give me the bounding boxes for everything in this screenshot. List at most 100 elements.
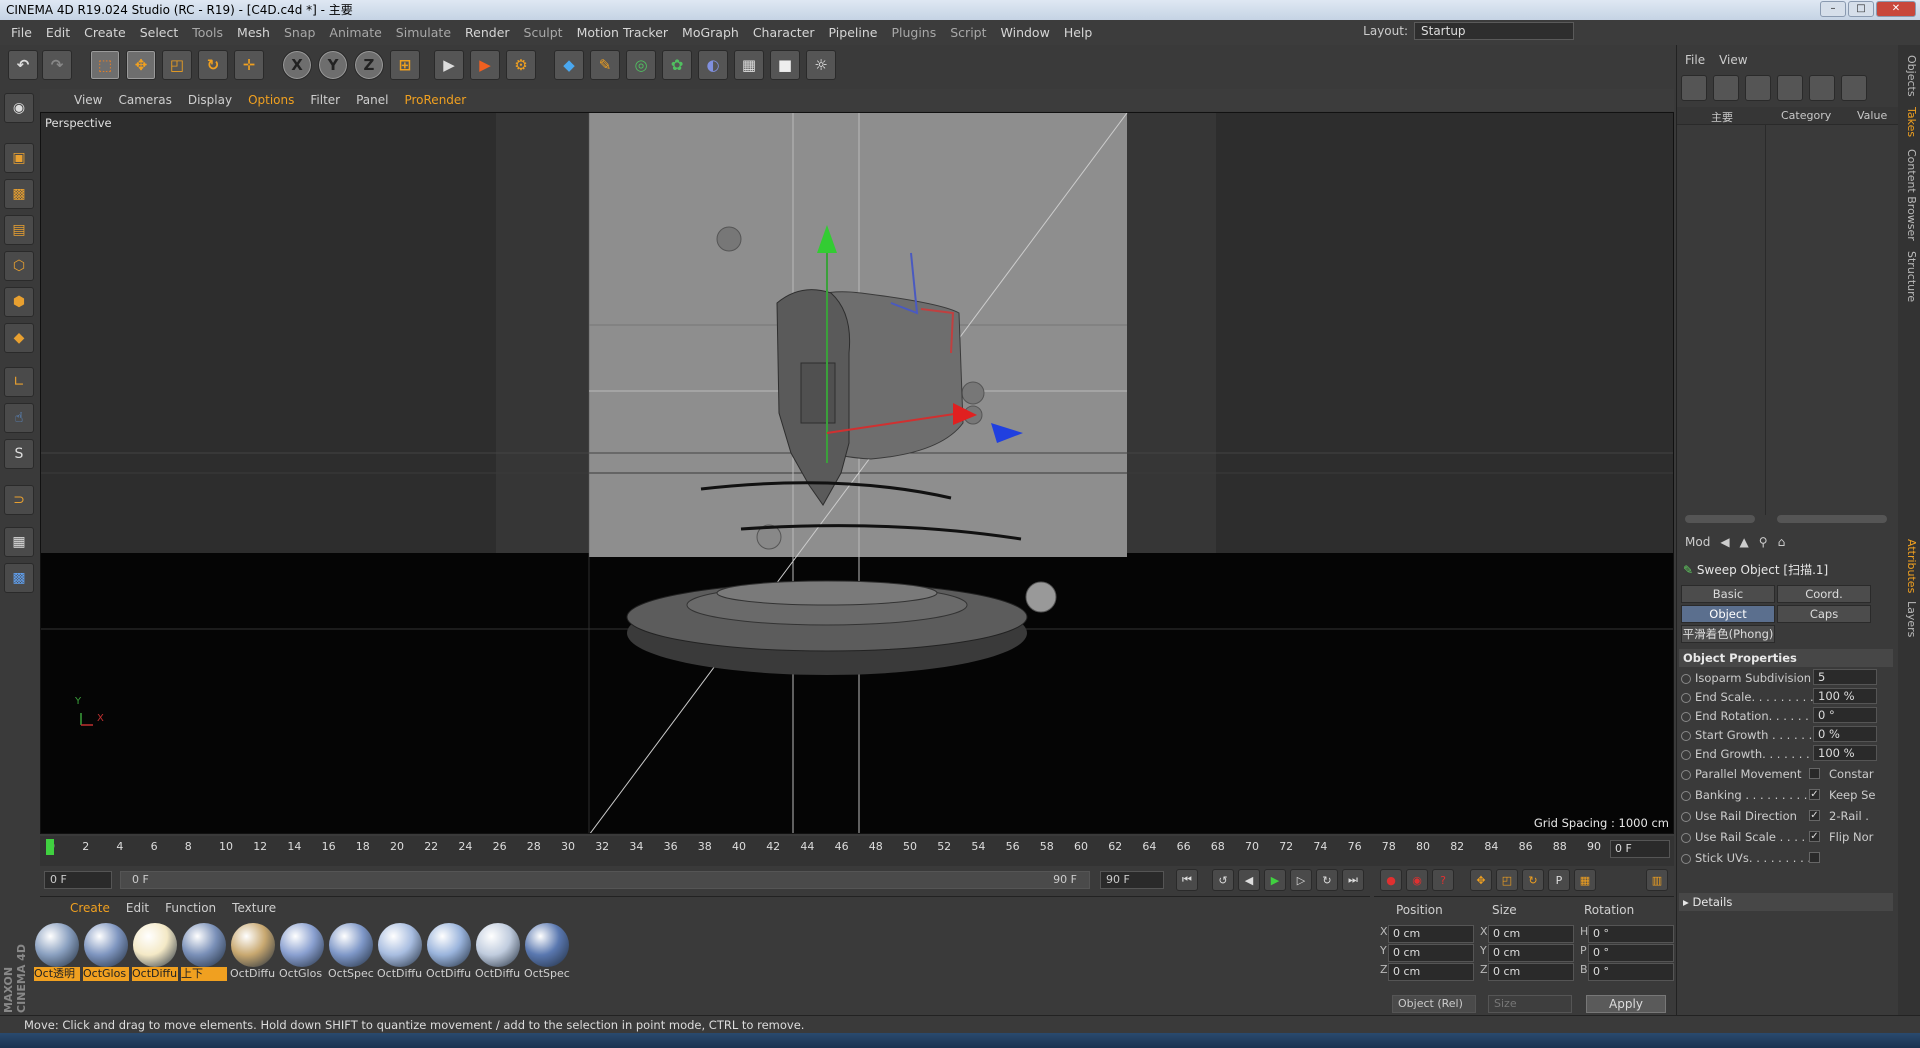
side-tab-objects[interactable]: Objects [1900, 55, 1918, 97]
property-checkbox[interactable]: ✓ [1809, 831, 1820, 842]
material-menu-function[interactable]: Function [157, 901, 224, 915]
animate-dot-icon[interactable] [1681, 711, 1691, 722]
play-icon[interactable]: ▶ [1264, 869, 1286, 891]
animate-dot-icon[interactable] [1681, 811, 1691, 822]
attribute-search-icon[interactable]: ⚲ [1759, 535, 1768, 549]
menu-sculpt[interactable]: Sculpt [517, 25, 570, 40]
menu-plugins[interactable]: Plugins [884, 25, 943, 40]
perspective-viewport[interactable]: Perspective Y X Grid Spacing : 1000 cm [40, 112, 1674, 834]
layout-dropdown[interactable]: Startup [1414, 22, 1574, 40]
menu-create[interactable]: Create [77, 25, 133, 40]
menu-window[interactable]: Window [994, 25, 1057, 40]
menu-snap[interactable]: Snap [277, 25, 322, 40]
next-key-icon[interactable]: ↻ [1316, 869, 1338, 891]
object-list-scrollbar-left[interactable] [1685, 515, 1755, 523]
axis-x-button[interactable]: X [282, 50, 312, 80]
property-value-field[interactable]: 0 ° [1813, 707, 1877, 723]
property-value-field[interactable]: 100 % [1813, 745, 1877, 761]
attribute-back-icon[interactable]: ◀ [1720, 535, 1729, 549]
take-main-label[interactable]: 主要 [1711, 109, 1733, 125]
category-column[interactable]: Category [1781, 109, 1831, 122]
viewport-menu-options[interactable]: Options [240, 93, 302, 107]
workplane-icon[interactable]: ▤ [4, 215, 34, 245]
render-picture-viewer-icon[interactable]: ▶ [470, 50, 500, 80]
axis-y-button[interactable]: Y [318, 50, 348, 80]
rotation-field[interactable]: 0 ° [1588, 963, 1674, 981]
material-menu-texture[interactable]: Texture [224, 901, 284, 915]
menu-animate[interactable]: Animate [322, 25, 388, 40]
attribute-up-icon[interactable]: ▲ [1740, 535, 1749, 549]
side-option-label[interactable]: Flip Nor [1829, 828, 1873, 846]
make-editable-icon[interactable]: ◉ [4, 93, 34, 123]
menu-mesh[interactable]: Mesh [230, 25, 277, 40]
take-render-icon[interactable] [1809, 75, 1835, 101]
tab-basic[interactable]: Basic [1681, 585, 1775, 603]
property-value-field[interactable]: 0 % [1813, 726, 1877, 742]
render-view-icon[interactable]: ▶ [434, 50, 464, 80]
timeline[interactable]: 0246810121416182022242628303234363840424… [40, 836, 1674, 866]
key-parameter-icon[interactable]: P [1548, 869, 1570, 891]
rotation-field[interactable]: 0 ° [1588, 944, 1674, 962]
object-menu-file[interactable]: File [1685, 53, 1705, 67]
material-swatch[interactable]: Oct透明 [34, 923, 80, 983]
menu-help[interactable]: Help [1057, 25, 1100, 40]
viewport-menu-prorender[interactable]: ProRender [396, 93, 474, 107]
property-checkbox[interactable] [1809, 768, 1820, 779]
coord-mode-dropdown[interactable]: Object (Rel) [1392, 995, 1476, 1013]
autokey-icon[interactable]: ◉ [1406, 869, 1428, 891]
object-menu-view[interactable]: View [1719, 53, 1747, 67]
take-clone-icon[interactable] [1713, 75, 1739, 101]
attribute-mode-menu[interactable]: Mod [1685, 535, 1710, 549]
material-swatch[interactable]: OctDiffu [132, 923, 178, 983]
viewport-menu-filter[interactable]: Filter [302, 93, 348, 107]
menu-simulate[interactable]: Simulate [389, 25, 458, 40]
next-frame-icon[interactable]: ▷ [1290, 869, 1312, 891]
position-field[interactable]: 0 cm [1388, 925, 1474, 943]
material-swatch[interactable]: OctDiffu [475, 923, 521, 983]
tab-object[interactable]: Object [1681, 605, 1775, 623]
menu-select[interactable]: Select [133, 25, 186, 40]
axis-z-button[interactable]: Z [354, 50, 384, 80]
side-tab-layers[interactable]: Layers [1900, 601, 1918, 637]
axis-mode-icon[interactable]: ∟ [4, 367, 34, 397]
material-swatch[interactable]: OctSpec [524, 923, 570, 983]
animate-dot-icon[interactable] [1681, 730, 1691, 741]
move-icon[interactable]: ✥ [126, 50, 156, 80]
animate-dot-icon[interactable] [1681, 832, 1691, 843]
maximize-icon[interactable]: □ [1848, 1, 1874, 17]
animate-dot-icon[interactable] [1681, 853, 1691, 864]
menu-mograph[interactable]: MoGraph [675, 25, 746, 40]
scale-icon[interactable]: ◰ [162, 50, 192, 80]
material-swatch[interactable]: OctGlos [83, 923, 129, 983]
side-tab-content-browser[interactable]: Content Browser [1900, 149, 1918, 241]
rotate-icon[interactable]: ↻ [198, 50, 228, 80]
timeline-ruler[interactable]: 0246810121416182022242628303234363840424… [40, 836, 1620, 856]
texture-mode-icon[interactable]: ▩ [4, 179, 34, 209]
size-field[interactable]: 0 cm [1488, 925, 1574, 943]
pen-spline-icon[interactable]: ✎ [590, 50, 620, 80]
apply-button[interactable]: Apply [1586, 995, 1666, 1013]
camera-label[interactable]: Perspective [45, 116, 112, 130]
timeline-playhead[interactable] [46, 839, 54, 855]
size-field[interactable]: 0 cm [1488, 963, 1574, 981]
position-field[interactable]: 0 cm [1388, 963, 1474, 981]
viewport-menu-cameras[interactable]: Cameras [110, 93, 179, 107]
rotation-field[interactable]: 0 ° [1588, 925, 1674, 943]
animate-dot-icon[interactable] [1681, 790, 1691, 801]
viewport-menu-view[interactable]: View [66, 93, 110, 107]
material-menu-edit[interactable]: Edit [118, 901, 157, 915]
model-mode-icon[interactable]: ▣ [4, 143, 34, 173]
side-option-label[interactable]: 2-Rail . [1829, 807, 1869, 825]
coordinate-system-icon[interactable]: ⊞ [390, 50, 420, 80]
keyframe-selection-icon[interactable]: ? [1432, 869, 1454, 891]
tab-coord[interactable]: Coord. [1777, 585, 1871, 603]
side-option-label[interactable]: Keep Se [1829, 786, 1875, 804]
animate-dot-icon[interactable] [1681, 673, 1691, 684]
snap-icon[interactable]: ⊃ [4, 485, 34, 515]
take-lock-icon[interactable] [1841, 75, 1867, 101]
menu-motion-tracker[interactable]: Motion Tracker [570, 25, 675, 40]
menu-render[interactable]: Render [458, 25, 517, 40]
minimize-icon[interactable]: – [1820, 1, 1846, 17]
current-frame-field[interactable]: 0 F [1610, 840, 1670, 858]
menu-edit[interactable]: Edit [39, 25, 77, 40]
